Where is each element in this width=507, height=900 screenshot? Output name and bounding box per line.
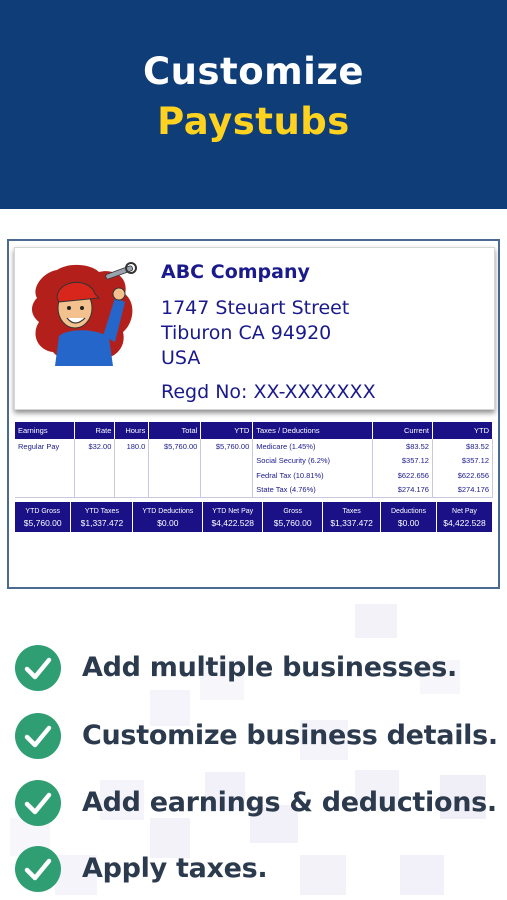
check-circle-icon [15, 780, 61, 826]
table-cell: $357.12 [372, 453, 433, 468]
check-circle-icon [15, 713, 61, 759]
mechanic-with-wrench-icon [32, 262, 137, 366]
col-header-total: Total [148, 422, 202, 439]
table-cell: $83.52 [372, 439, 433, 454]
feature-text: Add earnings & deductions. [82, 787, 497, 818]
col-header-earnings: Earnings [15, 422, 76, 439]
feature-item: Apply taxes. [15, 846, 495, 892]
summary-label: Net Pay [452, 507, 477, 515]
summary-value: $0.00 [397, 517, 420, 528]
table-cell: Fedral Tax (10.81%) [252, 468, 374, 483]
summary-taxes: Taxes $1,337.472 [322, 502, 382, 532]
feature-text: Apply taxes. [82, 853, 268, 884]
table-cell [15, 482, 76, 498]
table-cell [148, 468, 202, 483]
summary-label: YTD Taxes [84, 507, 119, 515]
summary-value: $5,760.00 [23, 517, 62, 528]
table-cell [114, 468, 150, 483]
address-line1: 1747 Steuart Street [161, 297, 350, 319]
table-cell [74, 482, 116, 498]
hero-title-line1: Customize [143, 50, 364, 93]
registration-number: Regd No: XX-XXXXXXX [161, 381, 376, 403]
table-cell [15, 468, 76, 483]
summary-value: $0.00 [157, 517, 179, 528]
summary-label: Taxes [342, 507, 361, 515]
feature-item: Customize business details. [15, 713, 498, 759]
col-header-taxes-deductions: Taxes / Deductions [252, 422, 374, 439]
summary-value: $1,337.472 [80, 517, 124, 528]
pay-summary-bar: YTD Gross $5,760.00 YTD Taxes $1,337.472 Y… [15, 502, 494, 532]
col-header-current: Current [372, 422, 433, 439]
col-header-tax-ytd: YTD [432, 422, 494, 439]
table-cell [114, 482, 150, 498]
table-cell [200, 468, 254, 483]
table-cell [200, 482, 254, 498]
table-row: State Tax (4.76%) $274.176 $274.176 [15, 482, 494, 498]
earnings-header-row: Earnings Rate Hours Total YTD Taxes / De… [15, 422, 494, 439]
table-cell [74, 468, 116, 483]
table-cell: $32.00 [74, 439, 116, 454]
table-cell [148, 453, 202, 468]
table-cell [148, 482, 202, 498]
feature-text: Add multiple businesses. [82, 652, 458, 683]
table-cell: 180.0 [114, 439, 150, 454]
check-circle-icon [15, 645, 61, 691]
summary-ytd-deductions: YTD Deductions $0.00 [132, 502, 204, 532]
hero-title-line2: Paystubs [157, 100, 350, 143]
check-circle-icon [15, 846, 61, 892]
summary-ytd-net-pay: YTD Net Pay $4,422.528 [202, 502, 264, 532]
company-name: ABC Company [161, 261, 310, 283]
summary-label: Gross [283, 507, 302, 515]
summary-label: YTD Gross [25, 507, 61, 515]
summary-ytd-taxes: YTD Taxes $1,337.472 [70, 502, 134, 532]
col-header-hours: Hours [114, 422, 150, 439]
address-line2: Tiburon CA 94920 [161, 322, 332, 344]
summary-label: YTD Net Pay [212, 507, 254, 515]
feature-text: Customize business details. [82, 720, 498, 751]
table-cell [114, 453, 150, 468]
col-header-rate: Rate [74, 422, 116, 439]
summary-value: $1,337.472 [330, 517, 373, 528]
table-cell: $622.656 [432, 468, 494, 483]
summary-label: YTD Deductions [142, 507, 194, 515]
table-cell: $274.176 [432, 482, 494, 498]
summary-net-pay: Net Pay $4,422.528 [436, 502, 494, 532]
summary-value: $5,760.00 [273, 517, 312, 528]
table-cell: $5,760.00 [148, 439, 202, 454]
address-line3: USA [161, 347, 201, 369]
summary-value: $4,422.528 [211, 517, 254, 528]
table-row: Regular Pay $32.00 180.0 $5,760.00 $5,76… [15, 439, 494, 454]
table-row: Social Security (6.2%) $357.12 $357.12 [15, 453, 494, 468]
table-cell [15, 453, 76, 468]
hero-banner: Customize Paystubs [0, 0, 507, 209]
table-cell: $274.176 [372, 482, 433, 498]
summary-ytd-gross: YTD Gross $5,760.00 [15, 502, 72, 532]
table-cell [200, 453, 254, 468]
feature-item: Add earnings & deductions. [15, 780, 497, 826]
earnings-table: Earnings Rate Hours Total YTD Taxes / De… [15, 422, 494, 498]
table-cell: State Tax (4.76%) [252, 482, 374, 498]
feature-item: Add multiple businesses. [15, 645, 495, 691]
table-cell: $357.12 [432, 453, 494, 468]
company-header-card: ABC Company 1747 Steuart Street Tiburon … [14, 247, 495, 410]
table-cell [74, 453, 116, 468]
summary-deductions: Deductions $0.00 [380, 502, 437, 532]
col-header-ytd: YTD [200, 422, 254, 439]
summary-label: Deductions [391, 507, 427, 515]
table-cell: $5,760.00 [200, 439, 254, 454]
table-cell: Regular Pay [15, 439, 76, 454]
table-cell: Medicare (1.45%) [252, 439, 374, 454]
summary-gross: Gross $5,760.00 [262, 502, 324, 532]
table-cell: Social Security (6.2%) [252, 453, 374, 468]
table-row: Fedral Tax (10.81%) $622.656 $622.656 [15, 468, 494, 483]
table-cell: $622.656 [372, 468, 433, 483]
table-cell: $83.52 [432, 439, 494, 454]
summary-value: $4,422.528 [443, 517, 486, 528]
